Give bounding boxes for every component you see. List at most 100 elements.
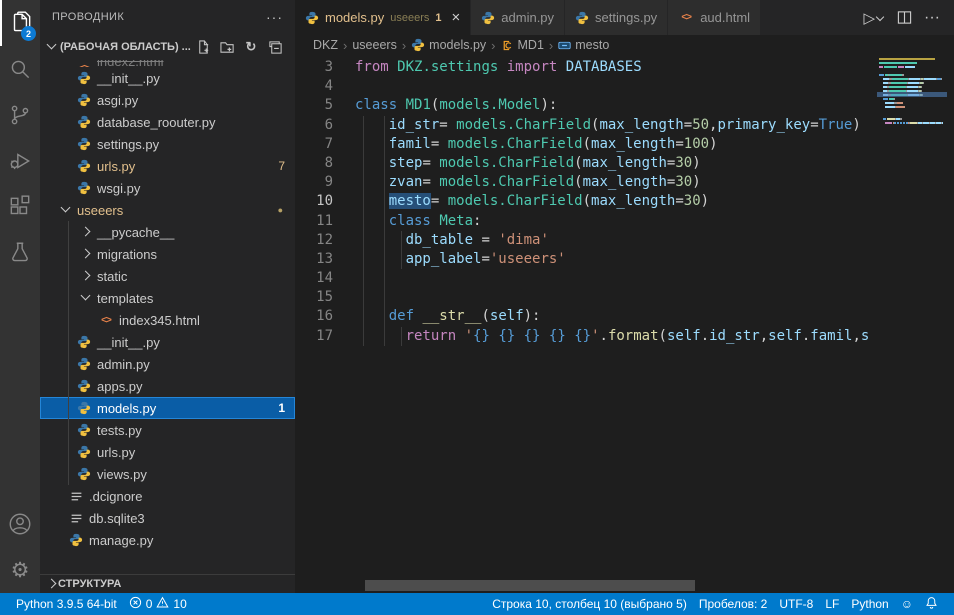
line-number[interactable]: 9: [295, 173, 347, 192]
activity-explorer[interactable]: 2: [0, 0, 40, 46]
line-number-gutter[interactable]: 34567891011121314151617: [295, 58, 347, 346]
code-line-16[interactable]: def __str__(self):: [347, 307, 875, 326]
horizontal-scrollbar[interactable]: [365, 580, 695, 591]
tree-item-wsgi-py[interactable]: wsgi.py: [40, 177, 295, 199]
tree-item-index345-html[interactable]: <>index345.html: [40, 309, 295, 331]
code-line-5[interactable]: class MD1(models.Model):: [347, 96, 875, 115]
line-number[interactable]: 5: [295, 96, 347, 115]
line-number[interactable]: 12: [295, 231, 347, 250]
tree-item--dcignore[interactable]: .dcignore: [40, 485, 295, 507]
run-python-file-button[interactable]: ▷: [863, 9, 885, 27]
activity-run-debug[interactable]: [0, 138, 40, 184]
tree-item-index2-html[interactable]: <>index2.html: [40, 60, 295, 67]
views-more-icon[interactable]: ···: [266, 9, 283, 25]
tree-item-urls-py[interactable]: urls.py: [40, 441, 295, 463]
tab-aud-html[interactable]: <>aud.html: [668, 0, 761, 35]
line-number[interactable]: 4: [295, 77, 347, 96]
code-line-9[interactable]: zvan= models.CharField(max_length=30): [347, 173, 875, 192]
line-number[interactable]: 13: [295, 250, 347, 269]
code-line-4[interactable]: [347, 77, 875, 96]
line-number[interactable]: 7: [295, 135, 347, 154]
tree-item-manage-py[interactable]: manage.py: [40, 529, 295, 551]
tree-item-migrations[interactable]: migrations: [40, 243, 295, 265]
activity-search[interactable]: [0, 46, 40, 92]
tree-item--pycache-[interactable]: __pycache__: [40, 221, 295, 243]
code-line-14[interactable]: [347, 269, 875, 288]
line-number[interactable]: 3: [295, 58, 347, 77]
code-line-6[interactable]: id_str= models.CharField(max_length=50,p…: [347, 116, 875, 135]
tree-item--init-py[interactable]: __init__.py: [40, 331, 295, 353]
line-number[interactable]: 11: [295, 212, 347, 231]
refresh-icon[interactable]: ↻: [243, 39, 259, 55]
code-line-17[interactable]: return '{} {} {} {} {}'.format(self.id_s…: [347, 327, 875, 346]
collapse-all-icon[interactable]: [267, 39, 283, 55]
breadcrumb-md1[interactable]: MD1: [501, 38, 544, 52]
line-number[interactable]: 8: [295, 154, 347, 173]
outline-section-header[interactable]: СТРУКТУРА: [40, 574, 295, 593]
tab-admin-py[interactable]: admin.py: [471, 0, 565, 35]
code-content[interactable]: from DKZ.settings import DATABASES class …: [347, 58, 875, 579]
code-line-11[interactable]: class Meta:: [347, 212, 875, 231]
code-line-13[interactable]: app_label='useeers': [347, 250, 875, 269]
code-line-15[interactable]: [347, 288, 875, 307]
tree-item-tests-py[interactable]: tests.py: [40, 419, 295, 441]
activity-settings[interactable]: ⚙: [0, 547, 40, 593]
tree-item-settings-py[interactable]: settings.py: [40, 133, 295, 155]
tree-item-database-roouter-py[interactable]: database_roouter.py: [40, 111, 295, 133]
tree-item-static[interactable]: static: [40, 265, 295, 287]
tree-item-useeers[interactable]: useeers●: [40, 199, 295, 221]
eol-status[interactable]: LF: [819, 593, 845, 615]
line-number[interactable]: 6: [295, 116, 347, 135]
code-line-7[interactable]: famil= models.CharField(max_length=100): [347, 135, 875, 154]
breadcrumb-mesto[interactable]: mesto: [558, 38, 609, 52]
activity-testing[interactable]: [0, 230, 40, 276]
chevron-right-icon: [78, 269, 92, 283]
feedback-button[interactable]: ☺: [895, 593, 919, 615]
tree-item-label: useeers: [77, 203, 123, 218]
code-editor[interactable]: 34567891011121314151617 from DKZ.setting…: [295, 55, 954, 593]
code-line-12[interactable]: db_table = 'dima': [347, 231, 875, 250]
new-file-icon[interactable]: [195, 39, 211, 55]
tab-settings-py[interactable]: settings.py: [565, 0, 668, 35]
line-number[interactable]: 17: [295, 327, 347, 346]
line-number[interactable]: 10: [295, 192, 347, 211]
code-line-3[interactable]: from DKZ.settings import DATABASES: [347, 58, 875, 77]
more-actions-button[interactable]: ···: [924, 9, 940, 27]
workspace-section-header[interactable]: (РАБОЧАЯ ОБЛАСТЬ) ... ↻: [40, 34, 295, 60]
tree-item-templates[interactable]: templates: [40, 287, 295, 309]
tree-item-db-sqlite3[interactable]: db.sqlite3: [40, 507, 295, 529]
error-icon: [129, 596, 142, 612]
breadcrumb-useeers[interactable]: useeers: [352, 38, 396, 52]
tree-item-apps-py[interactable]: apps.py: [40, 375, 295, 397]
tree-item-urls-py[interactable]: urls.py7: [40, 155, 295, 177]
indentation-status[interactable]: Пробелов: 2: [693, 593, 774, 615]
tab-models-py[interactable]: models.pyuseeers1×: [295, 0, 471, 35]
minimap[interactable]: [879, 57, 945, 125]
error-count: 0: [146, 597, 153, 611]
tree-item--init-py[interactable]: __init__.py: [40, 67, 295, 89]
cursor-position-status[interactable]: Строка 10, столбец 10 (выбрано 5): [486, 593, 693, 615]
breadcrumb-dkz[interactable]: DKZ: [313, 38, 338, 52]
tree-item-admin-py[interactable]: admin.py: [40, 353, 295, 375]
line-number[interactable]: 14: [295, 269, 347, 288]
code-line-8[interactable]: step= models.CharField(max_length=30): [347, 154, 875, 173]
code-line-10[interactable]: mesto= models.CharField(max_length=30): [347, 192, 875, 211]
activity-source-control[interactable]: [0, 92, 40, 138]
line-number[interactable]: 15: [295, 288, 347, 307]
new-folder-icon[interactable]: [219, 39, 235, 55]
encoding-status[interactable]: UTF-8: [773, 593, 819, 615]
activity-account[interactable]: [0, 501, 40, 547]
tree-item-views-py[interactable]: views.py: [40, 463, 295, 485]
python-interpreter-status[interactable]: Python 3.9.5 64-bit: [10, 593, 123, 615]
close-icon[interactable]: ×: [452, 9, 461, 26]
activity-extensions[interactable]: [0, 184, 40, 230]
language-mode-status[interactable]: Python: [845, 593, 894, 615]
problems-status[interactable]: 0 10: [123, 593, 193, 615]
notifications-button[interactable]: [919, 593, 944, 615]
tree-item-asgi-py[interactable]: asgi.py: [40, 89, 295, 111]
breadcrumb-models-py[interactable]: models.py: [411, 38, 486, 52]
python-icon: [77, 115, 91, 129]
line-number[interactable]: 16: [295, 307, 347, 326]
tree-item-models-py[interactable]: models.py1: [40, 397, 295, 419]
split-editor-button[interactable]: [897, 10, 912, 25]
